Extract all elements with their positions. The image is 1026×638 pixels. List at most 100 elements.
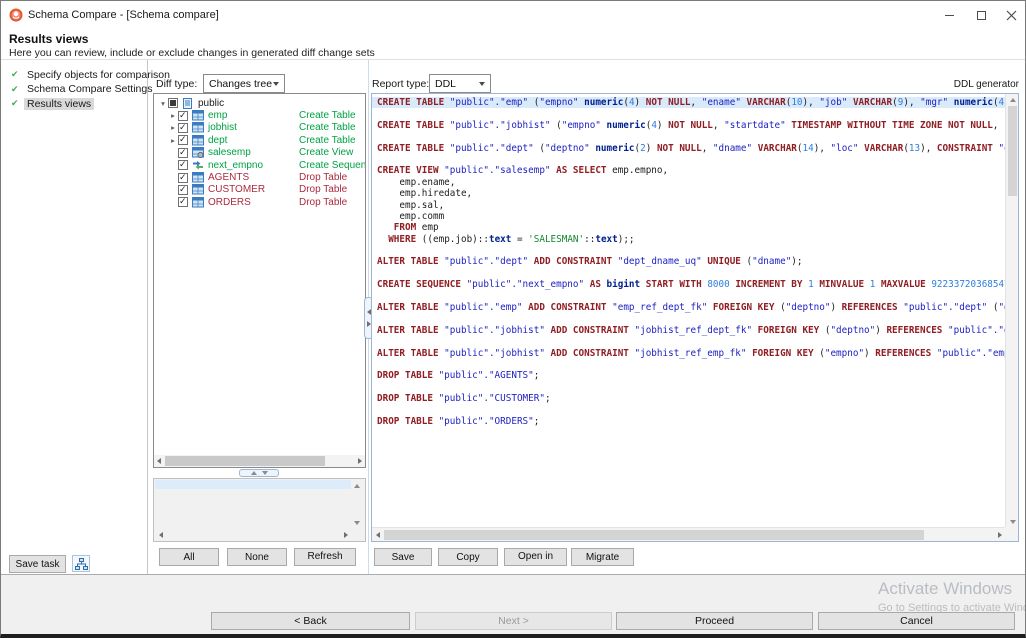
- ddl-code[interactable]: CREATE TABLE "public"."emp" ("empno" num…: [372, 97, 1005, 427]
- ddl-line: WHERE ((emp.job)::text = 'SALESMAN'::tex…: [372, 234, 1005, 245]
- ddl-hscrollbar[interactable]: [372, 527, 1005, 541]
- next-button: Next >: [415, 612, 612, 630]
- step-label: Schema Compare Settings: [24, 83, 155, 95]
- tree-row[interactable]: CUSTOMERDrop Table: [154, 184, 365, 196]
- change-action-label: Drop Table: [299, 172, 347, 183]
- chevron-down-icon: [479, 82, 485, 86]
- scroll-down-icon[interactable]: [1006, 516, 1019, 527]
- expander-icon[interactable]: ▾: [158, 99, 168, 108]
- detail-selected-row[interactable]: [155, 480, 351, 489]
- tree-item-label: next_empno: [208, 160, 263, 171]
- tree-item-label: ORDERS: [208, 197, 251, 208]
- detail-scroll-up-icon[interactable]: [352, 482, 362, 490]
- tree-row[interactable]: salesempCreate View: [154, 147, 365, 159]
- save-button[interactable]: Save: [374, 548, 432, 566]
- ddl-line: emp.ename,: [372, 177, 1005, 188]
- proceed-button[interactable]: Proceed: [616, 612, 813, 630]
- tree-item-label: public: [198, 98, 224, 109]
- ddl-report-panel[interactable]: CREATE TABLE "public"."emp" ("empno" num…: [371, 93, 1019, 542]
- change-action-label: Create View: [299, 147, 353, 158]
- row-checkbox[interactable]: [178, 135, 188, 145]
- schema-icon: [182, 98, 195, 109]
- close-icon: [1006, 10, 1017, 21]
- change-action-label: Drop Table: [299, 184, 347, 195]
- wizard-steps: ✔Specify objects for comparison✔Schema C…: [1, 68, 147, 111]
- row-checkbox[interactable]: [178, 148, 188, 158]
- ddl-line: emp.hiredate,: [372, 188, 1005, 199]
- save-task-button[interactable]: Save task: [9, 555, 66, 573]
- wizard-step[interactable]: ✔Specify objects for comparison: [1, 68, 147, 82]
- tree-row[interactable]: AGENTSDrop Table: [154, 171, 365, 183]
- diff-type-select[interactable]: Changes tree: [203, 74, 285, 93]
- minimize-button[interactable]: [937, 7, 961, 24]
- row-checkbox[interactable]: [168, 98, 178, 108]
- report-type-value: DDL: [435, 78, 456, 90]
- close-button[interactable]: [999, 7, 1023, 24]
- report-type-select[interactable]: DDL: [429, 74, 491, 93]
- tree-row[interactable]: ▾ public: [154, 97, 365, 109]
- ddl-line: FROM emp: [372, 222, 1005, 233]
- migrate-button[interactable]: Migrate: [571, 548, 634, 566]
- sitemap-icon: [75, 558, 88, 570]
- row-checkbox[interactable]: [178, 160, 188, 170]
- change-action-label: Create Sequence: [299, 160, 366, 171]
- tree-hscrollbar[interactable]: [154, 455, 365, 467]
- scroll-right-icon[interactable]: [994, 528, 1005, 542]
- row-checkbox[interactable]: [178, 185, 188, 195]
- wizard-step[interactable]: ✔Results views: [1, 97, 147, 111]
- row-checkbox[interactable]: [178, 111, 188, 121]
- detail-scroll-right-icon[interactable]: [341, 531, 351, 539]
- tree-item-label: emp: [208, 110, 227, 121]
- tree-row[interactable]: ▸ emp Create Table: [154, 109, 365, 121]
- detail-scroll-down-icon[interactable]: [352, 519, 362, 527]
- ddl-line: ALTER TABLE "public"."emp" ADD CONSTRAIN…: [372, 302, 1005, 313]
- tree-row[interactable]: ▸deptCreate Table: [154, 134, 365, 146]
- expander-icon[interactable]: ▸: [168, 123, 178, 132]
- scroll-left-icon[interactable]: [372, 528, 383, 542]
- copy-button[interactable]: Copy: [438, 548, 498, 566]
- back-button[interactable]: < Back: [211, 612, 410, 630]
- ddl-line: [372, 313, 1005, 324]
- tree-row[interactable]: ORDERSDrop Table: [154, 196, 365, 208]
- horizontal-splitter-handle[interactable]: [239, 469, 279, 477]
- cancel-button[interactable]: Cancel: [818, 612, 1015, 630]
- ddl-line: [372, 108, 1005, 119]
- refresh-report-button[interactable]: Refresh Report: [294, 548, 356, 566]
- ddl-line: [372, 245, 1005, 256]
- ddl-hscroll-thumb[interactable]: [384, 530, 924, 540]
- table-icon: [192, 135, 205, 146]
- expander-icon[interactable]: ▸: [168, 136, 178, 145]
- changes-tree-panel[interactable]: ▾ public ▸ emp Create Table▸jobhistCreate Ta…: [153, 93, 366, 468]
- open-in-editor-button[interactable]: Open in Editor: [504, 548, 567, 566]
- row-checkbox[interactable]: [178, 173, 188, 183]
- view-icon: [192, 147, 205, 158]
- maximize-button[interactable]: [969, 7, 993, 24]
- all-button[interactable]: All: [159, 548, 219, 566]
- tree-hscroll-thumb[interactable]: [165, 456, 325, 466]
- detail-scroll-left-icon[interactable]: [156, 531, 166, 539]
- table-icon: [192, 184, 205, 195]
- tree-row[interactable]: ▸jobhistCreate Table: [154, 122, 365, 134]
- scroll-up-icon[interactable]: [1006, 94, 1019, 105]
- expander-icon[interactable]: ▸: [168, 111, 178, 120]
- change-action-label: Create Table: [299, 110, 356, 121]
- scroll-left-icon[interactable]: [154, 455, 164, 467]
- tree-row[interactable]: next_empno Create Sequence: [154, 159, 365, 171]
- chevron-down-icon: [273, 82, 279, 86]
- ddl-vscroll-thumb[interactable]: [1008, 106, 1017, 196]
- row-checkbox[interactable]: [178, 123, 188, 133]
- ddl-vscrollbar[interactable]: [1005, 94, 1018, 527]
- splitter-up-icon: [251, 471, 257, 475]
- row-checkbox[interactable]: [178, 197, 188, 207]
- change-detail-panel[interactable]: [153, 478, 366, 542]
- scroll-right-icon[interactable]: [355, 455, 365, 467]
- wizard-step[interactable]: ✔Schema Compare Settings: [1, 83, 147, 97]
- save-task-options-button[interactable]: [72, 555, 90, 572]
- tree-rows: ▾ public ▸ emp Create Table▸jobhistCreate Ta…: [154, 97, 365, 209]
- activate-windows-watermark: Activate Windows Go to Settings to activ…: [878, 579, 1026, 614]
- ddl-line: ALTER TABLE "public"."jobhist" ADD CONST…: [372, 348, 1005, 359]
- table-icon: [192, 122, 205, 133]
- none-button[interactable]: None: [227, 548, 287, 566]
- tree-item-label: dept: [208, 135, 227, 146]
- ddl-line: [372, 382, 1005, 393]
